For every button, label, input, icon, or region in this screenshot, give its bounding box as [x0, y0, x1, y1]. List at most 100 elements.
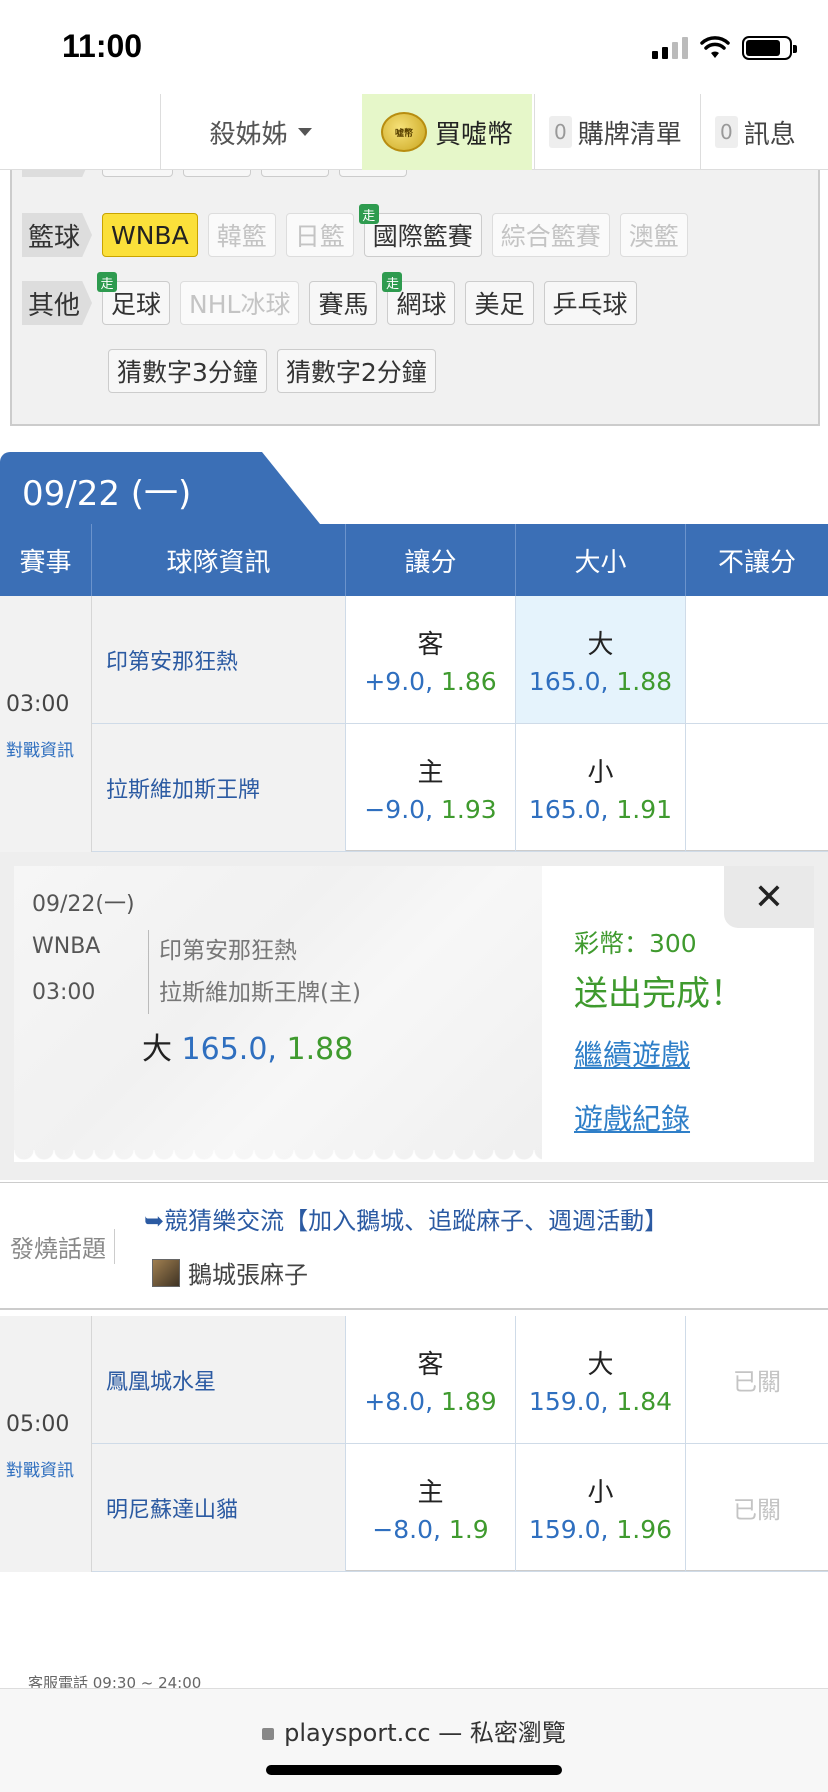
category-row-basketball: 籃球 WNBA 韓籃 日籃 走國際籃賽 綜合籃賽 澳籃 [22, 204, 688, 258]
bet-summary: 09/22(一) WNBA 03:00 印第安那狂熱 拉斯維加斯王牌(主) 大 … [14, 866, 542, 1162]
category-tag[interactable]: 走網球 [382, 272, 456, 325]
bet-pick: 大 165.0, 1.88 [142, 1024, 353, 1068]
column-header: 球隊資訊 [92, 524, 346, 596]
category-tag-label: 網球 [396, 290, 447, 319]
bet-pick-value: 165.0, 1.88 [181, 1032, 354, 1067]
game-time-cell: 03:00 對戰資訊 [0, 596, 92, 852]
odds-side-label: 小 [587, 1477, 614, 1508]
walk-badge: 走 [97, 272, 117, 292]
odds-line: +8.0, 1.89 [364, 1386, 497, 1416]
total-under-odds[interactable]: 小 159.0, 1.96 [516, 1444, 686, 1572]
category-tag[interactable]: 走足球 [97, 272, 171, 325]
total-over-odds[interactable]: 大 159.0, 1.84 [516, 1316, 686, 1444]
walk-badge: 走 [382, 272, 403, 292]
category-tag[interactable]: 走國際籃賽 [358, 204, 482, 257]
hot-topic-link[interactable]: ➥競猜樂交流【加入鵝城、追蹤麻子、週週活動】 [144, 1201, 668, 1236]
submit-done-message: 送出完成！ [574, 974, 744, 1014]
coin-icon: 噓幣 [380, 112, 427, 152]
hot-topic-bar: 發燒話題 ➥競猜樂交流【加入鵝城、追蹤麻子、週週活動】 鵝城張麻子 [0, 1182, 828, 1310]
avatar [152, 1258, 180, 1287]
table-header: 賽事 球隊資訊 讓分 大小 不讓分 [0, 524, 828, 596]
spread-away-odds[interactable]: 客 +8.0, 1.89 [346, 1316, 516, 1444]
matchup-info-link[interactable]: 對戰資訊 [6, 1456, 74, 1481]
category-tag[interactable]: 乒乓球 [543, 281, 637, 325]
spread-home-odds[interactable]: 主 −9.0, 1.93 [346, 724, 516, 852]
odds-table: 賽事 球隊資訊 讓分 大小 不讓分 [0, 524, 828, 596]
user-menu[interactable]: 殺姊姊 [160, 94, 360, 170]
user-name: 殺姊姊 [209, 119, 288, 150]
cart-count-badge: 0 [549, 116, 572, 148]
matchup-info-link[interactable]: 對戰資訊 [6, 736, 74, 761]
home-indicator[interactable] [266, 1765, 562, 1775]
date-tab: 09/22 (一) [0, 452, 320, 524]
bet-confirmation-card: 09/22(一) WNBA 03:00 印第安那狂熱 拉斯維加斯王牌(主) 大 … [14, 866, 814, 1162]
category-tag: 澳籃 [619, 213, 688, 257]
messages-button[interactable]: 0 訊息 [700, 94, 828, 170]
game-history-link[interactable]: 遊戲紀錄 [574, 1096, 690, 1138]
status-bar: 11:00 [0, 0, 828, 92]
game-time: 03:00 [6, 692, 70, 717]
category-tag[interactable]: 猜數字2分鐘 [276, 349, 436, 393]
odds-line: 159.0, 1.96 [528, 1514, 673, 1544]
url-text: playsport.cc — 私密瀏覽 [284, 1719, 566, 1747]
lock-icon [262, 1728, 275, 1740]
odds-line: 165.0, 1.91 [528, 794, 673, 824]
column-header: 大小 [516, 524, 686, 596]
odds-line: −8.0, 1.9 [372, 1514, 489, 1544]
cart-button[interactable]: 0 購牌清單 [534, 94, 698, 170]
category-tag[interactable]: 猜數字3分鐘 [108, 349, 267, 393]
moneyline-home: 已關 [686, 1444, 828, 1572]
moneyline-value: 已關 [733, 1368, 781, 1396]
bet-team-1: 印第安那狂熱 [159, 938, 297, 964]
game-row: 03:00 對戰資訊 印第安那狂熱 拉斯維加斯王牌 客 +9.0, 1.86 主… [0, 596, 828, 852]
message-count-badge: 0 [715, 116, 738, 148]
column-header: 讓分 [346, 524, 516, 596]
bet-league: WNBA [32, 934, 101, 959]
category-tag-label: 足球 [111, 290, 162, 319]
column-header: 不讓分 [717, 547, 796, 578]
category-tag-wnba[interactable]: WNBA [102, 213, 198, 257]
close-icon[interactable]: ✕ [724, 866, 814, 928]
category-tag[interactable]: 美足 [465, 281, 534, 325]
bet-teams: 印第安那狂熱 拉斯維加斯王牌(主) [148, 930, 361, 1014]
home-team[interactable]: 明尼蘇達山貓 [92, 1444, 346, 1572]
bet-result: ✕ 彩幣：300 送出完成！ 繼續遊戲 遊戲紀錄 [560, 866, 814, 1162]
bet-time: 03:00 [32, 980, 96, 1005]
odds-side-label: 客 [417, 629, 444, 660]
bet-team-2: 拉斯維加斯王牌(主) [159, 980, 361, 1006]
game-time-cell: 05:00 對戰資訊 [0, 1316, 92, 1572]
continue-game-link[interactable]: 繼續遊戲 [574, 1032, 690, 1074]
odds-side-label: 大 [587, 1349, 614, 1380]
odds-side-label: 主 [417, 1477, 444, 1508]
top-nav: 殺姊姊 噓幣 買噓幣 0 購牌清單 0 訊息 [0, 94, 828, 170]
odds-side-label: 主 [417, 757, 444, 788]
category-tag[interactable]: 賽馬 [309, 281, 378, 325]
bet-confirmation-area: 09/22(一) WNBA 03:00 印第安那狂熱 拉斯維加斯王牌(主) 大 … [0, 852, 828, 1180]
total-under-odds[interactable]: 小 165.0, 1.91 [516, 724, 686, 852]
odds-line: +9.0, 1.86 [364, 666, 497, 696]
spread-away-odds[interactable]: 客 +9.0, 1.86 [346, 596, 516, 724]
away-team[interactable]: 印第安那狂熱 [92, 596, 346, 724]
total-over-odds[interactable]: 大 165.0, 1.88 [516, 596, 686, 724]
category-tag: 韓籃 [207, 213, 276, 257]
game-row: 05:00 對戰資訊 鳳凰城水星 明尼蘇達山貓 客 +8.0, 1.89 主 −… [0, 1316, 828, 1572]
odds-side-label: 大 [587, 629, 614, 660]
home-team[interactable]: 拉斯維加斯王牌 [92, 724, 346, 852]
coins-amount: 彩幣：300 [574, 929, 697, 958]
odds-line: −9.0, 1.93 [364, 794, 497, 824]
spread-home-odds[interactable]: 主 −8.0, 1.9 [346, 1444, 516, 1572]
cellular-signal-icon [652, 37, 688, 59]
messages-label: 訊息 [743, 119, 796, 150]
bet-pick-key: 大 [142, 1032, 172, 1067]
category-row-number-games: 猜數字3分鐘 猜數字2分鐘 [108, 348, 436, 394]
category-tag: NHL冰球 [180, 281, 300, 325]
battery-icon [742, 36, 797, 60]
browser-url-bar[interactable]: playsport.cc — 私密瀏覽 [0, 1688, 828, 1792]
author-name: 鵝城張麻子 [188, 1261, 308, 1289]
hot-topic-author[interactable]: 鵝城張麻子 [152, 1255, 308, 1290]
category-row-other: 其他 走足球 NHL冰球 賽馬 走網球 美足 乒乓球 [22, 272, 637, 326]
buy-coins-button[interactable]: 噓幣 買噓幣 [362, 94, 532, 170]
category-tag-label: 國際籃賽 [372, 222, 473, 251]
walk-badge: 走 [358, 204, 379, 224]
away-team[interactable]: 鳳凰城水星 [92, 1316, 346, 1444]
